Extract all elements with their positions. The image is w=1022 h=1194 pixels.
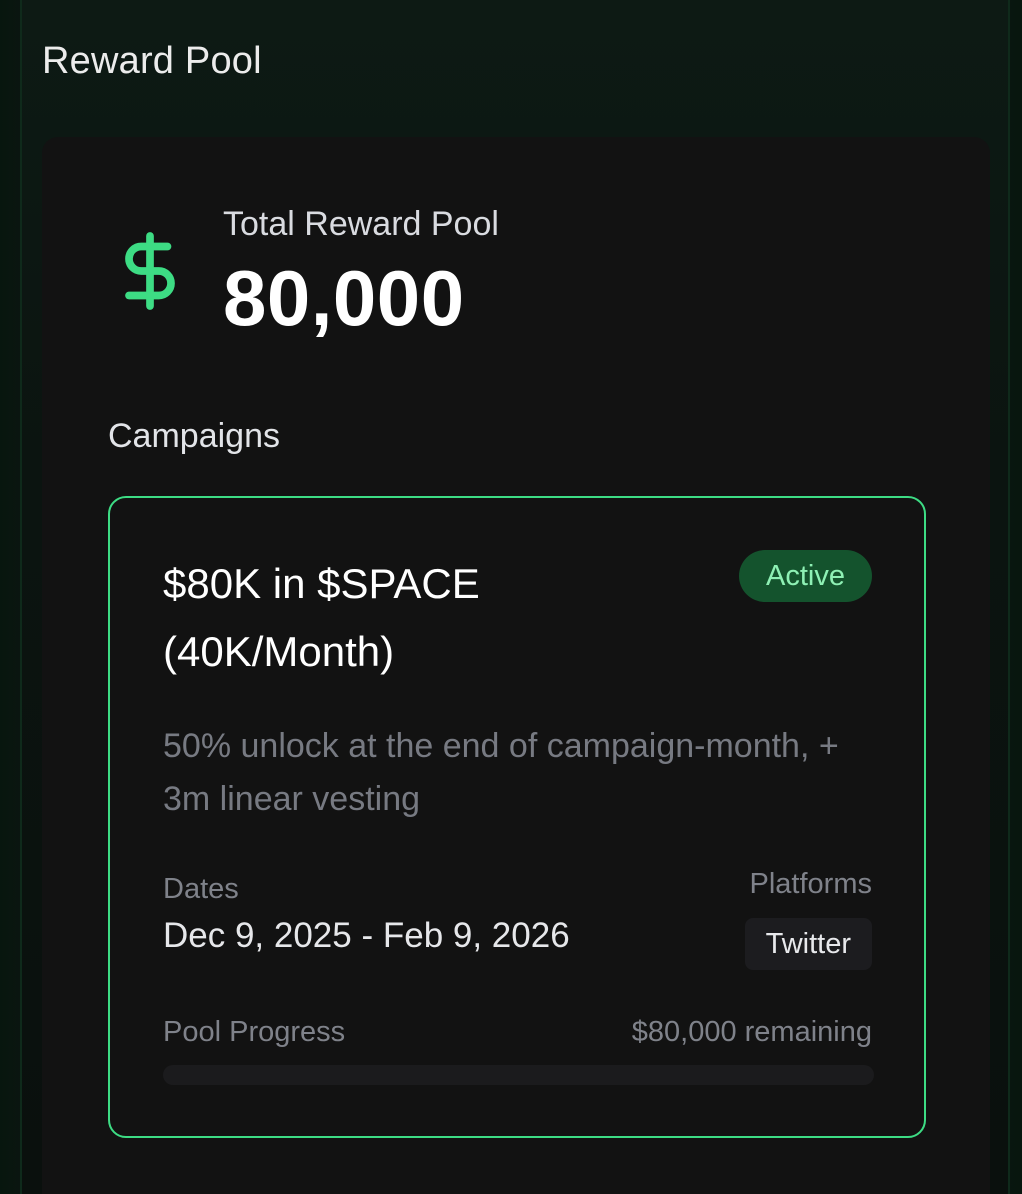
platform-chip-twitter: Twitter [744,918,872,970]
reward-pool-panel: Reward Pool Total Reward Pool 80,000 Cam… [20,0,1010,1194]
pool-remaining-text: $80,000 remaining [631,1016,872,1048]
pool-progress-label: Pool Progress [163,1016,346,1048]
page: Reward Pool Total Reward Pool 80,000 Cam… [0,0,1022,1194]
campaign-description: 50% unlock at the end of campaign-month,… [163,727,839,818]
total-reward-pool-value: 80,000 [223,254,465,342]
platforms-label: Platforms [749,868,872,900]
section-title: Reward Pool [42,40,262,82]
reward-pool-card: Total Reward Pool 80,000 Campaigns $80K … [42,137,990,1194]
dates-value: Dec 9, 2025 - Feb 9, 2026 [163,916,570,955]
dollar-icon [125,232,175,310]
dates-label: Dates [163,873,239,905]
campaign-title: $80K in $SPACE (40K/Month) [163,560,480,675]
pool-progress-bar [163,1065,874,1085]
status-badge: Active [739,550,872,602]
campaigns-heading: Campaigns [108,417,280,455]
total-reward-pool-label: Total Reward Pool [223,205,499,243]
campaign-card[interactable]: $80K in $SPACE (40K/Month) Active 50% un… [108,496,926,1138]
